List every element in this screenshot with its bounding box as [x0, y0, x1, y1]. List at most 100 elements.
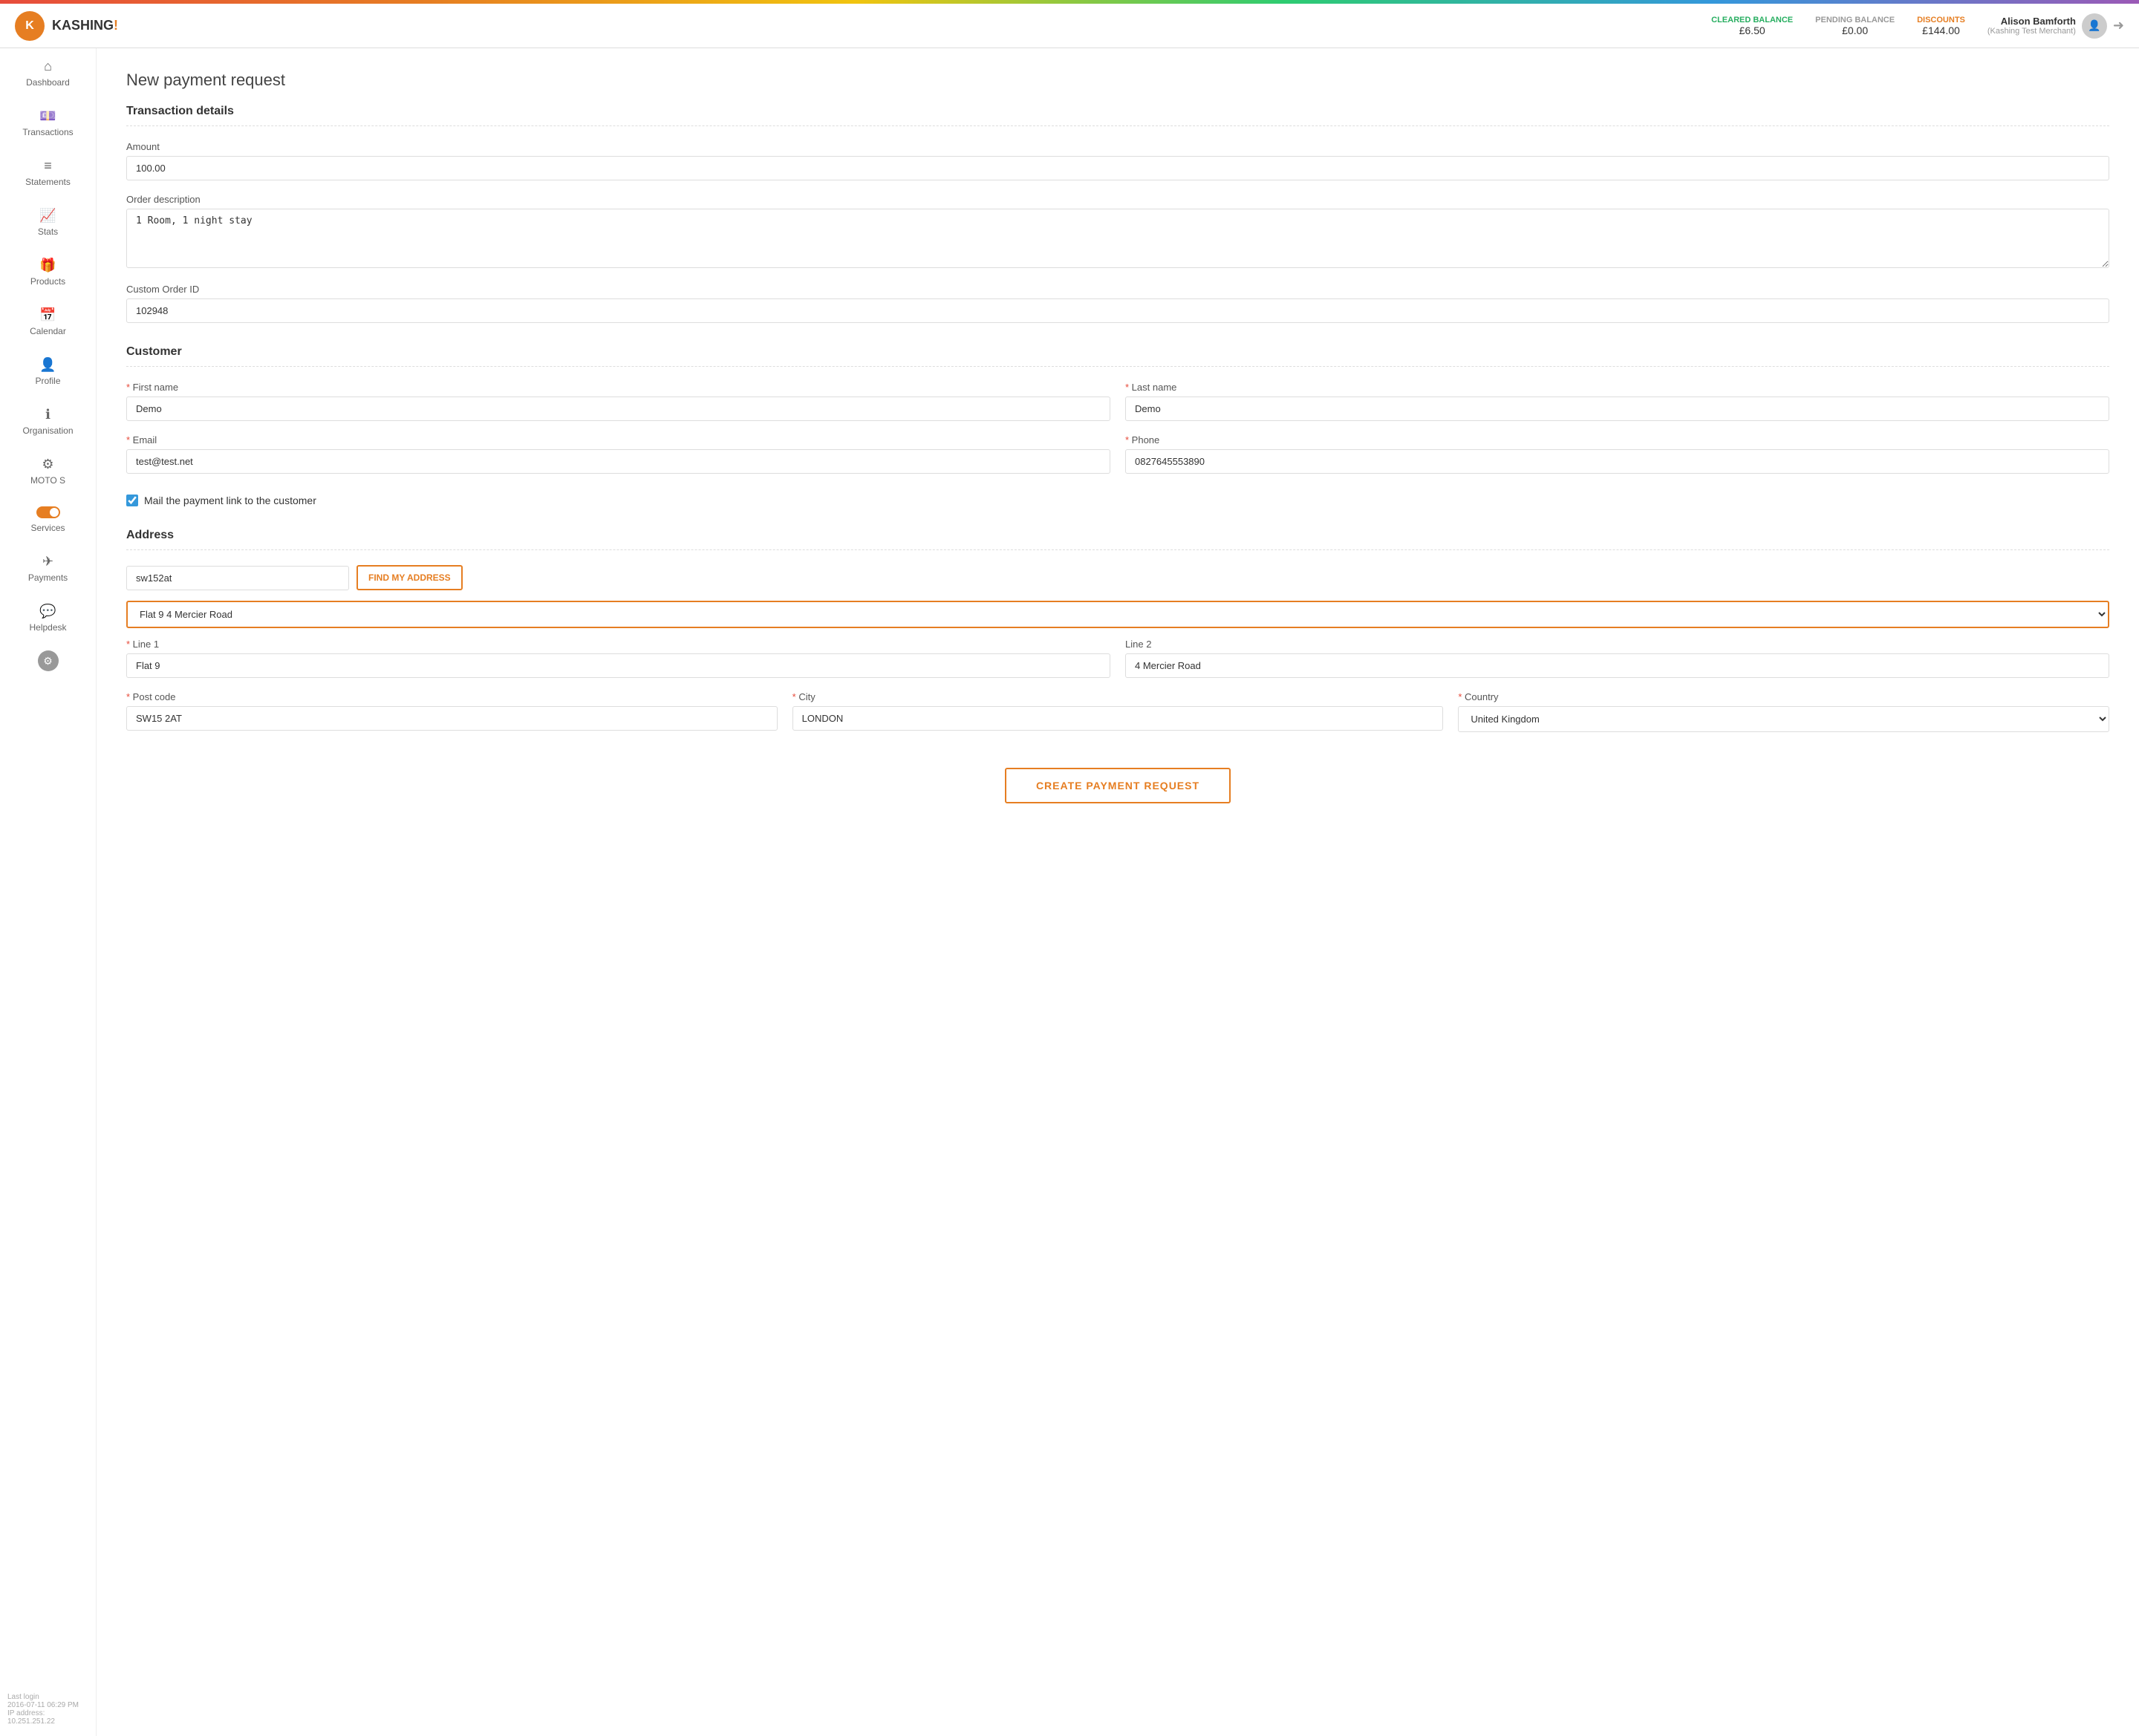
address-section-title: Address [126, 529, 2109, 550]
custom-order-id-label: Custom Order ID [126, 284, 2109, 295]
calendar-icon: 📅 [39, 307, 56, 323]
discounts-value: £144.00 [1917, 25, 1965, 36]
services-toggle-switch[interactable] [36, 506, 60, 518]
phone-label: Phone [1125, 434, 2109, 446]
country-group: Country United Kingdom United States Fra… [1458, 691, 2109, 732]
country-select[interactable]: United Kingdom United States France Germ… [1458, 706, 2109, 732]
sidebar-item-label: Services [30, 523, 65, 533]
order-desc-label: Order description [126, 194, 2109, 205]
custom-order-id-input[interactable] [126, 298, 2109, 323]
sidebar-item-moto-s[interactable]: ⚙ MOTO S [0, 446, 96, 496]
postcode-input[interactable] [126, 706, 778, 731]
line2-input[interactable] [1125, 653, 2109, 678]
sidebar-item-label: Products [30, 276, 65, 287]
last-name-group: Last name [1125, 382, 2109, 421]
last-name-label: Last name [1125, 382, 2109, 393]
main-content: New payment request Transaction details … [97, 48, 2139, 1736]
avatar[interactable]: 👤 [2082, 13, 2107, 39]
sidebar-item-label: Calendar [30, 326, 66, 336]
helpdesk-icon: 💬 [39, 604, 56, 619]
sidebar-item-profile[interactable]: 👤 Profile [0, 347, 96, 397]
page-title: New payment request [126, 71, 2109, 90]
logo-section: K KASHING! [15, 11, 118, 41]
order-desc-textarea[interactable]: 1 Room, 1 night stay [126, 209, 2109, 268]
line1-group: Line 1 [126, 639, 1110, 678]
order-desc-group: Order description 1 Room, 1 night stay [126, 194, 2109, 270]
profile-icon: 👤 [39, 357, 56, 373]
sidebar-item-label: Stats [38, 226, 58, 237]
logo-icon: K [15, 11, 45, 41]
amount-label: Amount [126, 141, 2109, 152]
postcode-lookup-input[interactable] [126, 566, 349, 590]
sidebar: ⌂ Dashboard 💷 Transactions ≡ Statements … [0, 48, 97, 1736]
mail-payment-label: Mail the payment link to the customer [144, 495, 316, 506]
contact-row: Email Phone [126, 434, 2109, 487]
address-lines-row: Line 1 Line 2 [126, 639, 2109, 691]
sidebar-item-statements[interactable]: ≡ Statements [0, 148, 96, 198]
postcode-label: Post code [126, 691, 778, 702]
pending-balance: PENDING BALANCE £0.00 [1815, 16, 1895, 36]
sidebar-item-organisation[interactable]: ℹ Organisation [0, 397, 96, 446]
moto-s-icon: ⚙ [42, 457, 53, 472]
amount-group: Amount [126, 141, 2109, 180]
user-section: Alison Bamforth (Kashing Test Merchant) … [1987, 13, 2124, 39]
sidebar-item-services[interactable]: Services [0, 496, 96, 544]
sidebar-item-helpdesk[interactable]: 💬 Helpdesk [0, 593, 96, 643]
sidebar-item-payments[interactable]: ✈ Payments [0, 544, 96, 593]
sidebar-item-label: Organisation [22, 425, 73, 436]
amount-input[interactable] [126, 156, 2109, 180]
gear-button[interactable]: ⚙ [38, 650, 59, 671]
header: K KASHING! CLEARED BALANCE £6.50 PENDING… [0, 4, 2139, 48]
mail-payment-checkbox[interactable] [126, 495, 138, 506]
email-input[interactable] [126, 449, 1110, 474]
sidebar-item-label: Statements [25, 177, 71, 187]
user-name: Alison Bamforth [1987, 16, 2076, 27]
user-merchant: (Kashing Test Merchant) [1987, 27, 2076, 36]
cleared-balance-label: CLEARED BALANCE [1711, 16, 1793, 25]
sidebar-item-label: Payments [28, 572, 68, 583]
sidebar-item-products[interactable]: 🎁 Products [0, 247, 96, 297]
last-name-input[interactable] [1125, 397, 2109, 421]
sidebar-item-stats[interactable]: 📈 Stats [0, 198, 96, 247]
logout-icon[interactable]: ➜ [2113, 18, 2124, 33]
first-name-input[interactable] [126, 397, 1110, 421]
city-input[interactable] [792, 706, 1444, 731]
country-label: Country [1458, 691, 2109, 702]
sidebar-item-label: MOTO S [30, 475, 65, 486]
email-label: Email [126, 434, 1110, 446]
city-label: City [792, 691, 1444, 702]
statements-icon: ≡ [44, 158, 52, 174]
sidebar-item-label: Helpdesk [29, 622, 66, 633]
create-payment-button[interactable]: CREATE PAYMENT REQUEST [1005, 768, 1231, 803]
sidebar-item-label: Profile [35, 376, 60, 386]
logo-text: KASHING! [52, 18, 118, 33]
find-address-button[interactable]: FIND MY ADDRESS [356, 565, 463, 590]
pending-balance-label: PENDING BALANCE [1815, 16, 1895, 25]
ip-address: IP address: 10.251.251.22 [7, 1709, 88, 1726]
postcode-group: Post code [126, 691, 778, 732]
discounts-label: DISCOUNTS [1917, 16, 1965, 25]
address-dropdown[interactable]: Flat 9 4 Mercier Road [126, 601, 2109, 628]
ip-label: IP address: [7, 1709, 45, 1717]
sidebar-item-dashboard[interactable]: ⌂ Dashboard [0, 48, 96, 98]
city-group: City [792, 691, 1444, 732]
line2-label: Line 2 [1125, 639, 2109, 650]
transactions-icon: 💷 [39, 108, 56, 124]
sidebar-footer: Last login 2016-07-11 06:29 PM IP addres… [0, 1683, 96, 1736]
email-group: Email [126, 434, 1110, 474]
header-right: CLEARED BALANCE £6.50 PENDING BALANCE £0… [1711, 13, 2124, 39]
layout: ⌂ Dashboard 💷 Transactions ≡ Statements … [0, 48, 2139, 1736]
last-login-date: 2016-07-11 06:29 PM [7, 1701, 88, 1709]
products-icon: 🎁 [39, 258, 56, 273]
dashboard-icon: ⌂ [44, 59, 52, 74]
sidebar-item-calendar[interactable]: 📅 Calendar [0, 297, 96, 347]
stats-icon: 📈 [39, 208, 56, 223]
first-name-group: First name [126, 382, 1110, 421]
line1-input[interactable] [126, 653, 1110, 678]
cleared-balance-value: £6.50 [1711, 25, 1793, 36]
sidebar-item-transactions[interactable]: 💷 Transactions [0, 98, 96, 148]
phone-input[interactable] [1125, 449, 2109, 474]
sidebar-item-label: Dashboard [26, 77, 70, 88]
payments-icon: ✈ [42, 554, 53, 570]
mail-payment-row: Mail the payment link to the customer [126, 495, 2109, 506]
